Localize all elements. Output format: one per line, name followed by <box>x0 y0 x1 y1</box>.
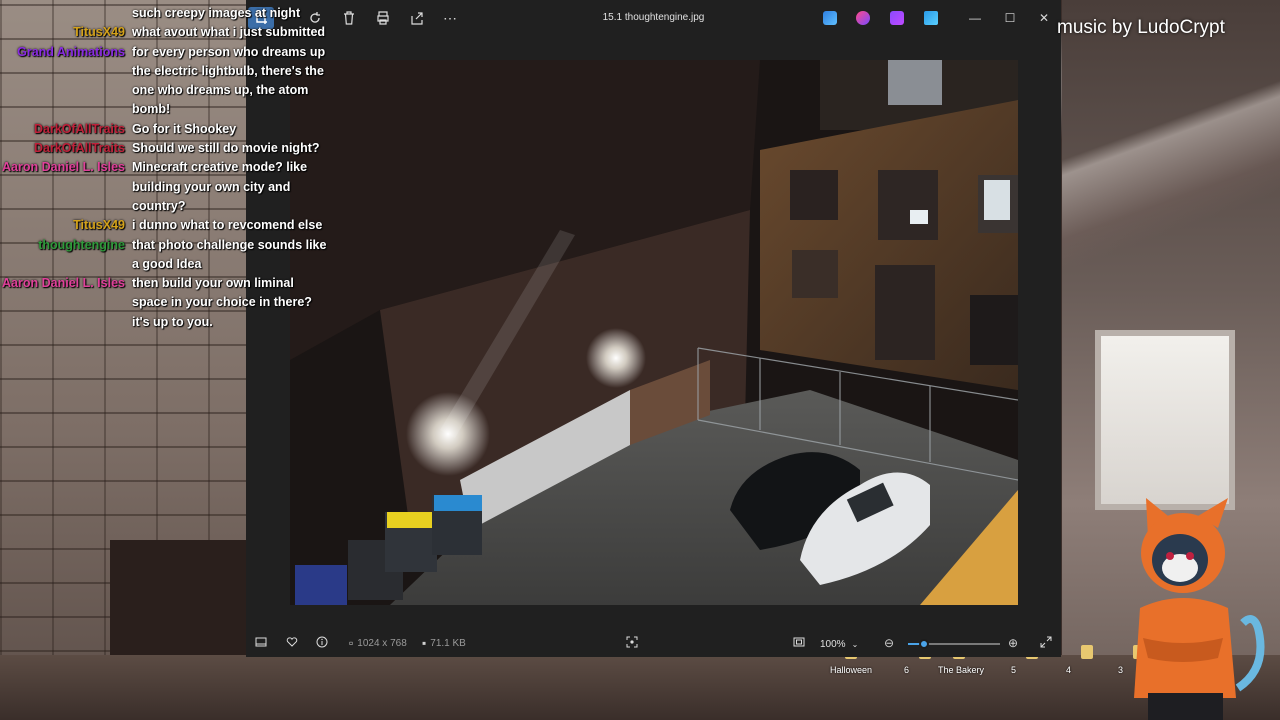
minimize-button[interactable]: — <box>960 8 990 28</box>
chat-username: DarkOfAllTraits <box>33 141 125 156</box>
paint-app-icon[interactable] <box>856 11 870 25</box>
music-credit: music by LudoCrypt <box>1057 17 1225 38</box>
folder-label[interactable]: 4 <box>1066 665 1071 675</box>
chat-username: Aaron Daniel L. Isles <box>2 160 125 175</box>
chat-username: Aaron Daniel L. Isles <box>2 276 125 291</box>
chat-message-text: then build your own liminal space in you… <box>132 276 312 329</box>
edit-app-icon[interactable] <box>823 11 837 25</box>
expand-icon <box>1040 636 1052 648</box>
fit-to-window-button[interactable] <box>793 636 805 648</box>
chat-message-text: Go for it Shookey <box>132 121 237 136</box>
full-screen-button[interactable] <box>1040 636 1052 648</box>
chat-username: TitusX49 <box>73 218 125 233</box>
stream-chat-overlay: such creepy images at night TitusX49 what … <box>0 4 340 332</box>
window-title: 15.1 thoughtengine.jpg <box>602 12 705 23</box>
maximize-icon: ☐ <box>1004 11 1016 25</box>
zoom-level-dropdown[interactable]: 100% ⌄ <box>812 634 872 654</box>
chat-message: DarkOfAllTraits Should we still do movie … <box>0 139 340 158</box>
visual-search-button[interactable] <box>626 636 638 648</box>
filmstrip-icon <box>255 637 267 647</box>
onedrive-cloud-icon[interactable] <box>924 11 938 25</box>
chat-message: such creepy images at night <box>0 4 340 23</box>
displayed-photo[interactable] <box>290 60 1018 605</box>
chat-message: TitusX49 i dunno what to revcomend else <box>0 216 340 235</box>
close-button[interactable]: ✕ <box>1029 8 1059 28</box>
clipchamp-app-icon[interactable] <box>890 11 904 25</box>
file-size: ▪ 71.1 KB <box>422 636 466 650</box>
zoom-slider[interactable] <box>908 639 1000 649</box>
dimensions-icon: ▫ <box>349 636 354 650</box>
chat-username: thoughtengine <box>38 237 125 252</box>
doorway-backdrop <box>1095 330 1235 510</box>
chat-username: TitusX49 <box>73 25 125 40</box>
image-dimensions: ▫ 1024 x 768 <box>349 636 407 650</box>
filmstrip-button[interactable] <box>255 636 267 648</box>
chat-message: Aaron Daniel L. Isles then build your own… <box>0 274 340 332</box>
chat-message-text: what avout what i just submitted <box>132 25 326 40</box>
chat-message: thoughtengine that photo challenge sounds… <box>0 236 340 275</box>
close-icon: ✕ <box>1038 11 1050 25</box>
chevron-down-icon: ⌄ <box>851 639 859 649</box>
visual-search-icon <box>626 636 638 648</box>
status-bar: ▫ 1024 x 768 ▪ 71.1 KB 100% ⌄ ⊖ ⊕ <box>246 630 1061 657</box>
chat-message-text: for every person who dreams up the elect… <box>132 44 326 117</box>
folder-label[interactable]: 6 <box>904 665 909 675</box>
chat-message-text: that photo challenge sounds like a good … <box>132 237 327 271</box>
zoom-out-button[interactable]: ⊖ <box>884 636 894 650</box>
save-disk-icon: ▪ <box>422 636 427 650</box>
chat-message: Aaron Daniel L. Isles Minecraft creative … <box>0 158 340 216</box>
maximize-button[interactable]: ☐ <box>995 8 1025 28</box>
folder-label[interactable]: 5 <box>1011 665 1016 675</box>
image-dimensions-text: 1024 x 768 <box>357 637 407 649</box>
fox-mascot-avatar <box>1134 498 1265 720</box>
file-info-button[interactable] <box>316 636 328 648</box>
title-bar: ⋯ 15.1 thoughtengine.jpg — ☐ ✕ <box>246 0 1061 36</box>
fit-window-icon <box>793 637 805 647</box>
minimize-icon: — <box>969 11 981 25</box>
folder-label[interactable]: The Bakery <box>938 665 984 675</box>
chat-message: TitusX49 what avout what i just submitted <box>0 23 340 42</box>
zoom-out-icon: ⊖ <box>884 636 895 650</box>
zoom-in-button[interactable]: ⊕ <box>1008 636 1018 650</box>
photo-viewer-window[interactable]: ⋯ 15.1 thoughtengine.jpg — ☐ ✕ ▫ 1024 x … <box>246 0 1061 657</box>
favorite-button[interactable] <box>286 636 298 648</box>
chat-message-text: Should we still do movie night? <box>132 141 320 156</box>
file-size-text: 71.1 KB <box>430 637 466 649</box>
zoom-level-text: 100% <box>820 638 846 650</box>
chat-message-text: i dunno what to revcomend else <box>132 218 323 233</box>
zoom-in-icon: ⊕ <box>1008 636 1019 650</box>
chat-message: Grand Animations for every person who dre… <box>0 43 340 120</box>
zoom-slider-thumb[interactable] <box>918 639 929 649</box>
chat-username: Grand Animations <box>17 44 125 59</box>
chat-username: DarkOfAllTraits <box>33 121 125 136</box>
chat-message: DarkOfAllTraits Go for it Shookey <box>0 120 340 139</box>
night-alley-photo-image <box>290 60 1018 605</box>
info-icon <box>316 636 328 648</box>
heart-icon <box>286 637 298 647</box>
folder-label[interactable]: Halloween <box>830 665 872 675</box>
chat-message-text: Minecraft creative mode? like building y… <box>132 160 308 213</box>
folder-icon[interactable] <box>1081 645 1093 659</box>
chat-message-text: such creepy images at night <box>132 6 301 20</box>
